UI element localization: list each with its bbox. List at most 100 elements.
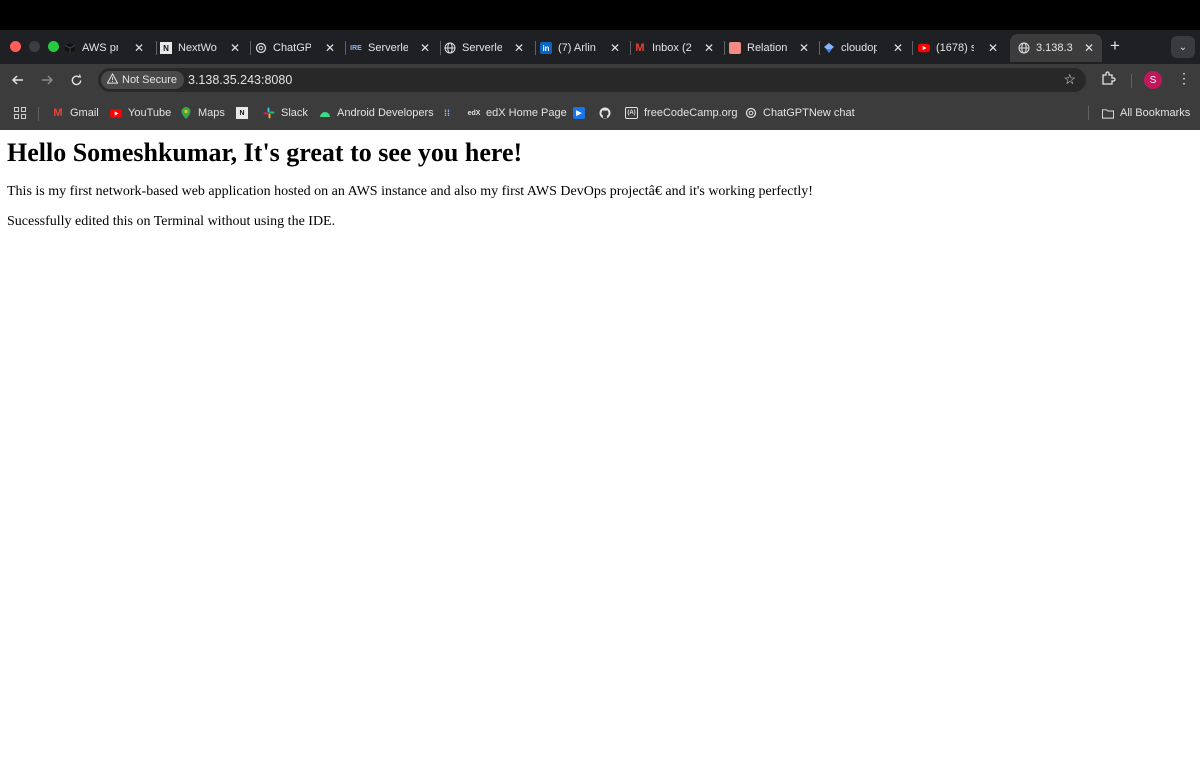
bookmark-nextwork[interactable]: N xyxy=(236,105,254,121)
tab-serverless-1[interactable]: IRE Serverle ✕ xyxy=(350,34,438,62)
tab-separator xyxy=(156,41,157,55)
tab-cloudops[interactable]: cloudop ✕ xyxy=(823,34,911,62)
tab-label: Serverle xyxy=(462,42,502,54)
close-icon[interactable]: ✕ xyxy=(230,40,240,56)
close-icon[interactable]: ✕ xyxy=(514,40,524,56)
folder-icon xyxy=(1102,107,1114,119)
intro-paragraph: This is my first network-based web appli… xyxy=(7,184,813,199)
tab-youtube[interactable]: (1678) s ✕ xyxy=(918,34,1006,62)
tab-separator xyxy=(819,41,820,55)
close-window-button[interactable] xyxy=(10,41,21,52)
tab-separator xyxy=(250,41,251,55)
tab-relation[interactable]: Relation ✕ xyxy=(729,34,817,62)
bookmark-favicon[interactable]: ⁞⁞ xyxy=(441,105,459,121)
bookmark-github[interactable] xyxy=(599,105,617,121)
tab-label: Relation xyxy=(747,42,787,54)
bookmark-edx[interactable]: edX edX Home Page xyxy=(468,105,567,121)
close-icon[interactable]: ✕ xyxy=(420,40,430,56)
bookmark-chatgpt[interactable]: ChatGPTNew chat xyxy=(745,105,855,121)
tab-separator xyxy=(912,41,913,55)
avatar[interactable]: S xyxy=(1144,71,1162,89)
globe-icon xyxy=(1018,42,1030,54)
tab-chatgpt[interactable]: ChatGP ✕ xyxy=(255,34,343,62)
minimize-window-button[interactable] xyxy=(29,41,40,52)
bookmark-label: Slack xyxy=(281,107,308,119)
bookmark-label: YouTube xyxy=(128,107,172,119)
page-title: Hello Someshkumar, It's great to see you… xyxy=(7,138,523,167)
url-text[interactable]: 3.138.35.243:8080 xyxy=(188,73,292,87)
tab-separator xyxy=(345,41,346,55)
close-icon[interactable]: ✕ xyxy=(325,40,335,56)
tab-aws[interactable]: AWS pr ✕ xyxy=(64,34,152,62)
address-bar[interactable]: Not Secure 3.138.35.243:8080 ☆ xyxy=(98,68,1086,92)
new-tab-icon[interactable]: + xyxy=(1110,36,1120,56)
close-icon[interactable]: ✕ xyxy=(610,40,620,56)
gmail-icon: M xyxy=(53,107,63,119)
forward-arrow-icon[interactable] xyxy=(37,70,57,90)
freecodecamp-icon: (A) xyxy=(625,107,638,119)
openai-icon xyxy=(745,107,757,119)
bookmark-separator xyxy=(1088,106,1089,120)
tab-inbox[interactable]: M Inbox (2 ✕ xyxy=(634,34,722,62)
tab-separator xyxy=(440,41,441,55)
tab-label: Inbox (2 xyxy=(652,42,692,54)
tab-separator xyxy=(724,41,725,55)
gmail-icon: M xyxy=(635,42,645,54)
bookmark-star-icon[interactable]: ☆ xyxy=(1063,71,1076,88)
tab-label: 3.138.3 xyxy=(1036,42,1073,54)
nextwork-icon: N xyxy=(236,107,248,119)
close-icon[interactable]: ✕ xyxy=(988,40,998,56)
back-arrow-icon[interactable] xyxy=(8,70,28,90)
reload-icon[interactable] xyxy=(66,70,86,90)
youtube-icon xyxy=(918,42,930,54)
bookmark-freecodecamp[interactable]: (A) freeCodeCamp.org xyxy=(625,105,738,121)
bookmark-label: freeCodeCamp.org xyxy=(644,107,738,119)
bookmark-label: Maps xyxy=(198,107,225,119)
close-icon[interactable]: ✕ xyxy=(704,40,714,56)
tab-label: AWS pr xyxy=(82,42,118,54)
tab-label: NextWo xyxy=(178,42,217,54)
slack-icon xyxy=(263,107,275,119)
bookmark-label: edX Home Page xyxy=(486,107,567,119)
bookmark-label: ChatGPTNew chat xyxy=(763,107,855,119)
tab-separator xyxy=(630,41,631,55)
page-content: Hello Someshkumar, It's great to see you… xyxy=(0,138,1200,231)
tab-active-site[interactable]: 3.138.3 ✕ xyxy=(1010,34,1102,62)
bookmark-gmail[interactable]: M Gmail xyxy=(52,105,98,121)
all-bookmarks-button[interactable]: All Bookmarks xyxy=(1102,105,1190,121)
close-icon[interactable]: ✕ xyxy=(134,40,144,56)
all-bookmarks-label: All Bookmarks xyxy=(1120,107,1191,119)
serverless-ire-icon: IRE xyxy=(350,44,362,52)
browser-toolbar: Not Secure 3.138.35.243:8080 ☆ S ⋮ xyxy=(0,64,1200,96)
linkedin-icon: in xyxy=(540,42,552,54)
bookmark-android-developers[interactable]: Android Developers xyxy=(319,105,434,121)
extensions-puzzle-icon[interactable] xyxy=(1100,70,1118,88)
apps-grid-icon[interactable] xyxy=(14,107,26,119)
bookmark-favicon-icon: ⁞⁞ xyxy=(444,108,450,118)
close-icon[interactable]: ✕ xyxy=(1084,40,1094,56)
tab-label: cloudop xyxy=(841,42,877,54)
warning-icon xyxy=(106,72,119,87)
maps-pin-icon xyxy=(180,107,192,119)
screen-top-bar xyxy=(0,0,1200,30)
toolbar-divider xyxy=(1131,74,1132,88)
tab-serverless-2[interactable]: Serverle ✕ xyxy=(444,34,532,62)
bookmark-youtube[interactable]: YouTube xyxy=(110,105,171,121)
tab-separator xyxy=(535,41,536,55)
close-icon[interactable]: ✕ xyxy=(799,40,809,56)
edit-note-paragraph: Sucessfully edited this on Terminal with… xyxy=(7,214,336,229)
security-chip[interactable]: Not Secure xyxy=(101,71,185,89)
close-icon[interactable]: ✕ xyxy=(893,40,903,56)
edx-icon: edX xyxy=(467,109,481,117)
window-controls xyxy=(10,41,59,52)
bookmark-slack[interactable]: Slack xyxy=(263,105,308,121)
tab-nextwork[interactable]: N NextWo ✕ xyxy=(160,34,248,62)
bookmark-play[interactable]: ▶ xyxy=(573,105,591,121)
bookmarks-bar: M Gmail YouTube Maps N Slack Android Dev… xyxy=(0,96,1200,130)
chevron-down-icon[interactable]: ⌄ xyxy=(1171,36,1195,58)
bookmark-maps[interactable]: Maps xyxy=(180,105,225,121)
tab-linkedin[interactable]: in (7) Arlin ✕ xyxy=(540,34,628,62)
kebab-menu-icon[interactable]: ⋮ xyxy=(1177,70,1191,87)
zoom-window-button[interactable] xyxy=(48,41,59,52)
nextwork-icon: N xyxy=(160,42,172,54)
